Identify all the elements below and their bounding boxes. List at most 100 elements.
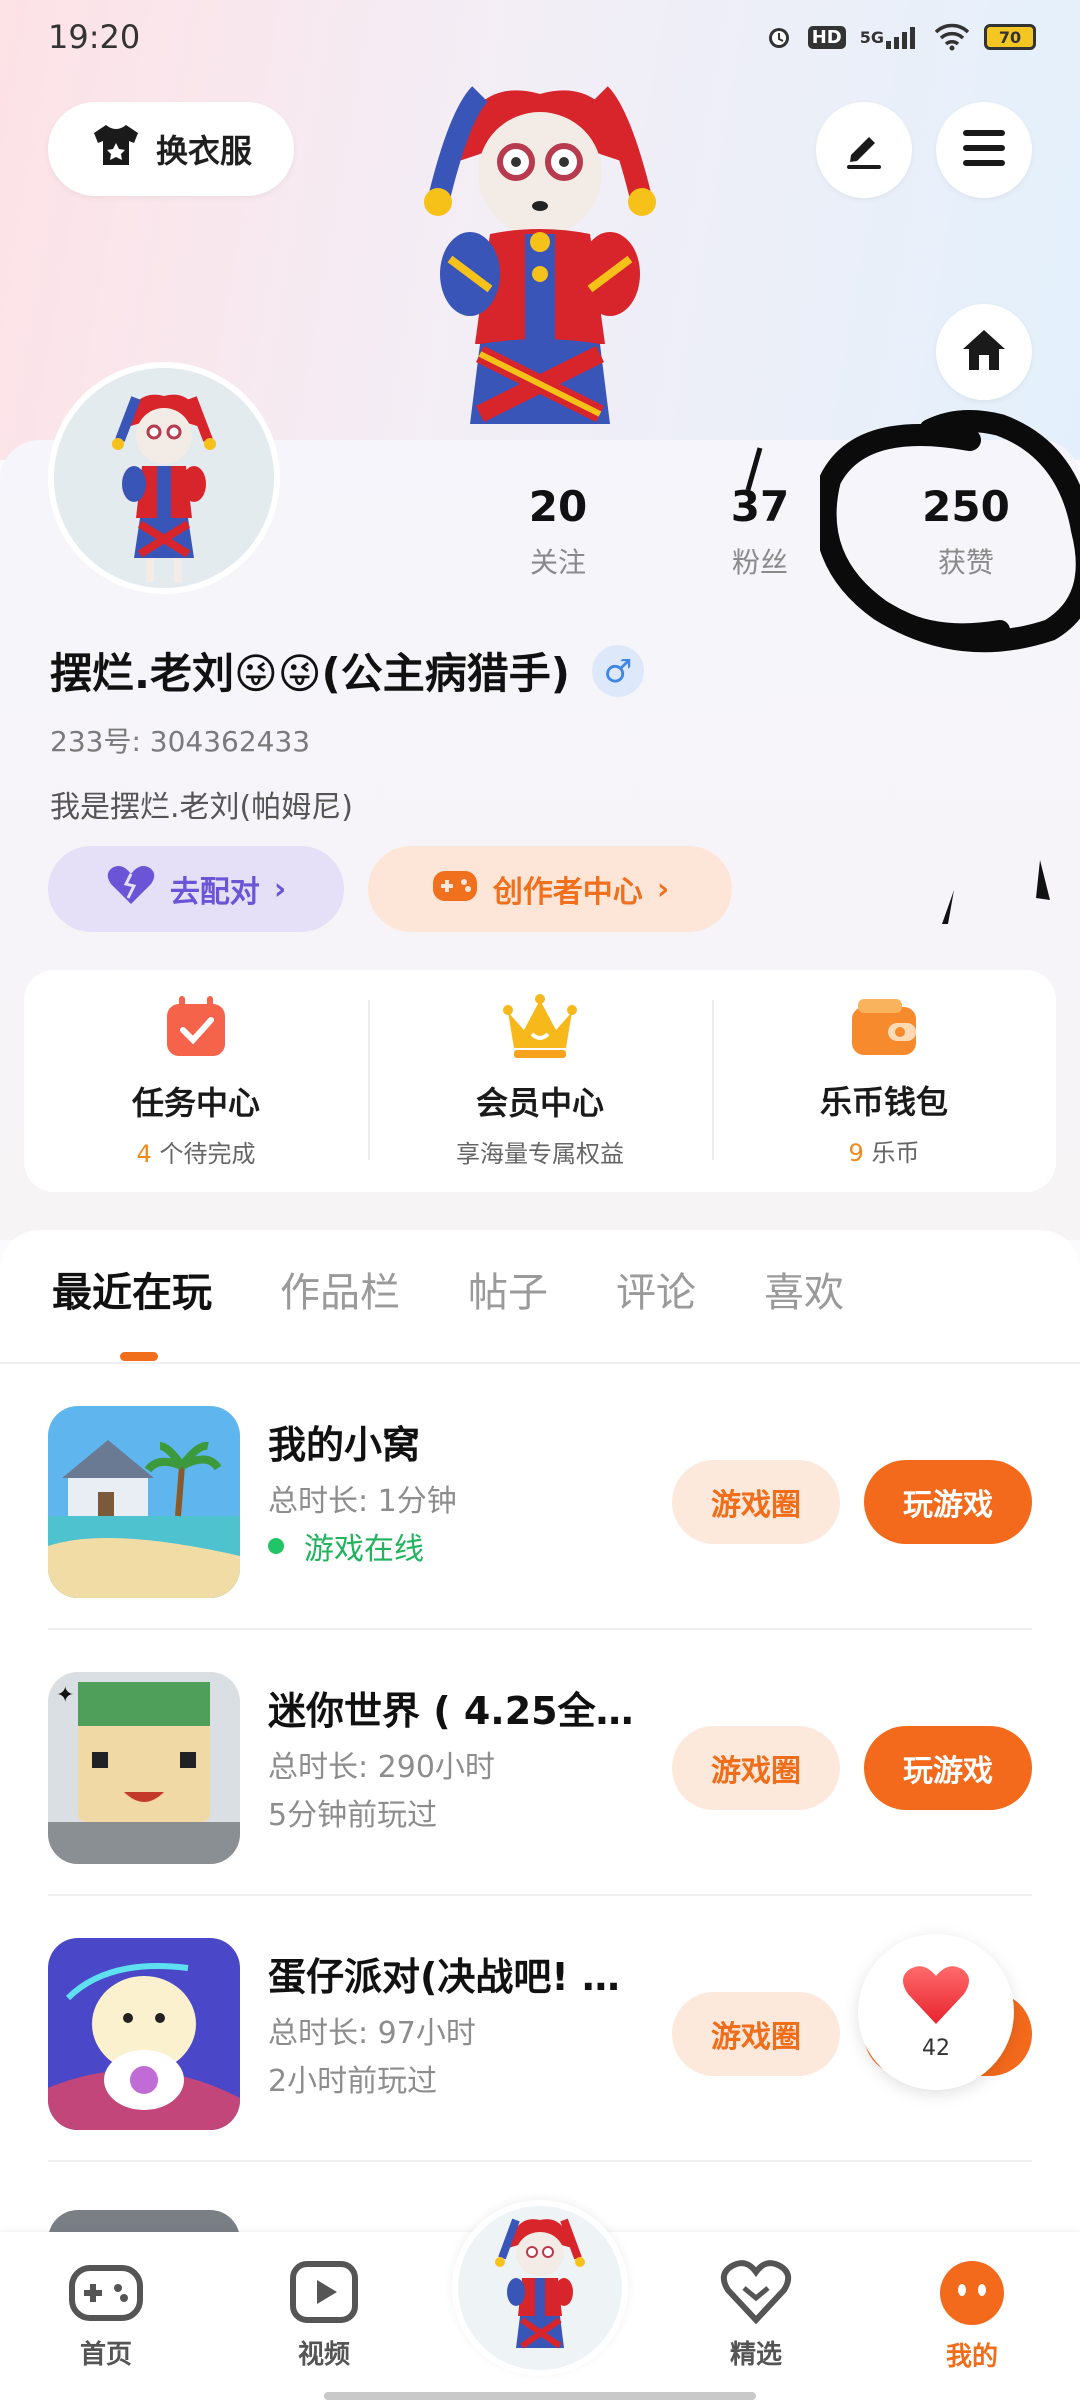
heart-icon (901, 1964, 971, 2030)
alarm-icon (764, 22, 794, 52)
chevron-right-icon: › (656, 871, 670, 907)
tab-comments[interactable]: 评论 (616, 1260, 696, 1318)
nav-video[interactable]: 视频 (254, 2260, 394, 2371)
nav-featured[interactable]: 精选 (686, 2260, 826, 2371)
avatar-character-3d (400, 84, 680, 444)
followers-label: 粉丝 (731, 546, 788, 579)
wallet-icon (848, 995, 920, 1063)
task-pending-count: 4 (136, 1139, 152, 1168)
nav-home-label: 首页 (79, 2340, 132, 2370)
task-center-entry[interactable]: 任务中心 4 个待完成 (24, 970, 368, 1192)
content-tabs: 最近在玩 作品栏 帖子 评论 喜欢 (52, 1260, 844, 1318)
game-duration: 总时长: 1分钟 (268, 1484, 457, 1519)
heart-badge-icon (720, 2260, 792, 2328)
game-title: 迷你世界 ( 4.25全新… (268, 1689, 658, 1733)
game-circle-button[interactable]: 游戏圈 (672, 1460, 840, 1544)
gamepad-icon (431, 865, 479, 913)
hd-icon: HD (807, 25, 846, 49)
edit-profile-button[interactable] (816, 102, 912, 198)
chevron-right-icon: › (273, 871, 287, 907)
game-circle-button[interactable]: 游戏圈 (672, 1992, 840, 2076)
stat-likes[interactable]: 250 获赞 (896, 482, 1036, 581)
home-indicator[interactable] (324, 2392, 756, 2400)
floating-like-button[interactable]: 42 (858, 1934, 1014, 2090)
menu-icon (961, 128, 1007, 172)
game-row[interactable]: 我的小窝 总时长: 1分钟 游戏在线 游戏圈 玩游戏 (0, 1364, 1080, 1630)
stat-followers[interactable]: 37 粉丝 (690, 482, 830, 581)
game-last-played: 2小时前玩过 (268, 2064, 438, 2099)
game-duration: 总时长: 290小时 (268, 1750, 495, 1785)
following-count: 20 (528, 482, 588, 531)
tab-recently-played[interactable]: 最近在玩 (52, 1260, 212, 1318)
pairing-label: 去配对 (169, 875, 260, 910)
game-duration: 总时长: 97小时 (268, 2016, 476, 2051)
member-center-sub: 享海量专属权益 (456, 1139, 624, 1168)
play-game-button[interactable]: 玩游戏 (864, 1460, 1032, 1544)
member-center-entry[interactable]: 会员中心 享海量专属权益 (368, 970, 712, 1192)
creator-center-button[interactable]: 创作者中心 › (368, 846, 732, 932)
male-gender-icon: ♂ (591, 644, 644, 697)
username: 摆烂.老刘😜😜(公主病猎手) ♂ (50, 640, 644, 701)
like-count: 42 (922, 2035, 950, 2061)
creator-center-label: 创作者中心 (492, 875, 643, 910)
user-bio: 我是摆烂.老刘(帕姆尼) (50, 790, 353, 825)
change-outfit-label: 换衣服 (155, 132, 252, 170)
change-outfit-button[interactable]: 换衣服 (48, 102, 294, 196)
status-bar: 19:20 HD 5G 70 (0, 0, 1080, 80)
crown-icon (502, 993, 578, 1064)
pen-icon (841, 125, 887, 175)
wallet-balance: 9 (848, 1138, 864, 1167)
gamepad-icon (68, 2260, 144, 2328)
likes-label: 获赞 (937, 546, 994, 579)
likes-count: 250 (922, 482, 1010, 531)
home-button[interactable] (936, 304, 1032, 400)
task-pending-label: 个待完成 (159, 1139, 256, 1168)
game-thumbnail-my-nest[interactable] (48, 1406, 240, 1598)
house-icon (960, 327, 1008, 377)
task-center-title: 任务中心 (131, 1083, 260, 1122)
battery-icon: 70 (984, 24, 1036, 50)
tshirt-icon (90, 123, 142, 175)
game-title: 蛋仔派对(决战吧! … (268, 1955, 620, 1999)
nav-video-label: 视频 (297, 2340, 350, 2370)
play-game-button[interactable]: 玩游戏 (864, 1726, 1032, 1810)
center-avatar-button[interactable] (452, 2200, 628, 2376)
game-online-label: 游戏在线 (304, 1532, 424, 1567)
game-title: 我的小窝 (268, 1423, 421, 1467)
nav-featured-label: 精选 (729, 2340, 782, 2370)
wallet-title: 乐币钱包 (819, 1082, 948, 1121)
nav-me-label: 我的 (945, 2342, 998, 2372)
user-id[interactable]: 233号: 304362433 (50, 720, 310, 760)
tab-posts[interactable]: 帖子 (468, 1260, 548, 1318)
menu-button[interactable] (936, 102, 1032, 198)
stat-following[interactable]: 20 关注 (488, 482, 628, 581)
game-circle-button[interactable]: 游戏圈 (672, 1726, 840, 1810)
signal-icon: 5G (860, 25, 920, 49)
scribble-mark-2 (942, 860, 1050, 924)
game-last-played: 5分钟前玩过 (268, 1798, 438, 1833)
tab-works[interactable]: 作品栏 (280, 1260, 400, 1318)
game-thumbnail-eggy-party[interactable] (48, 1938, 240, 2130)
status-time: 19:20 (48, 18, 141, 56)
nav-me[interactable]: 我的 (902, 2260, 1042, 2373)
nav-home[interactable]: 首页 (36, 2260, 176, 2371)
member-center-title: 会员中心 (475, 1083, 604, 1122)
play-video-icon (289, 2260, 359, 2328)
active-tab-indicator (120, 1352, 158, 1361)
following-label: 关注 (529, 546, 586, 579)
game-row[interactable]: ✦ 迷你世界 ( 4.25全新… 总时长: 290小时 5分钟前玩过 游戏圈 玩… (0, 1630, 1080, 1896)
tab-likes[interactable]: 喜欢 (764, 1260, 844, 1318)
wallet-entry[interactable]: 乐币钱包 9 乐币 (712, 970, 1056, 1192)
username-text: 摆烂.老刘😜😜(公主病猎手) (50, 649, 570, 698)
smile-face-icon (938, 2260, 1006, 2330)
game-thumbnail-mini-world[interactable]: ✦ (48, 1672, 240, 1864)
heart-icon (106, 864, 156, 914)
scribble-mark (745, 447, 763, 491)
pairing-button[interactable]: 去配对 › (48, 846, 344, 932)
wallet-currency: 乐币 (871, 1138, 920, 1167)
calendar-check-icon (163, 994, 229, 1064)
wifi-icon (934, 23, 970, 51)
avatar[interactable] (48, 362, 280, 594)
svg-text:✦: ✦ (56, 1683, 74, 1708)
services-panel: 任务中心 4 个待完成 会员中心 享海量专属权益 乐币钱包 9 乐币 (24, 970, 1056, 1192)
